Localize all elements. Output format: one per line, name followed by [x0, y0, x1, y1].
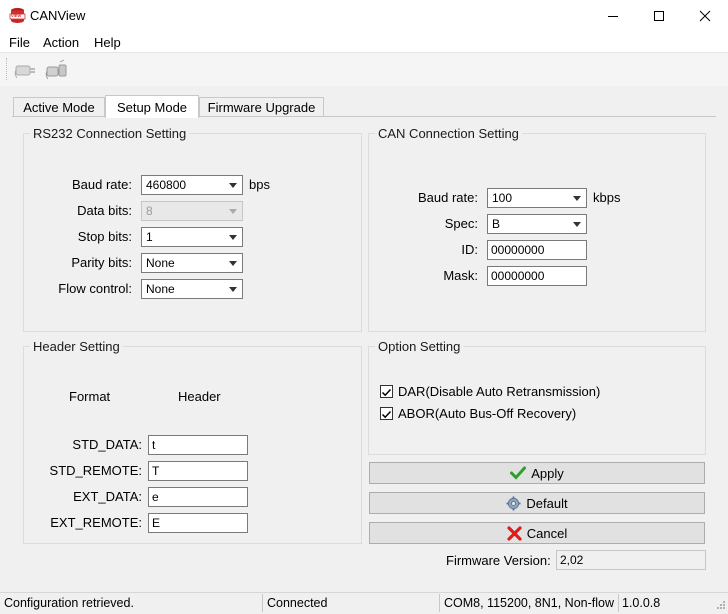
chevron-down-icon — [573, 222, 581, 227]
select-value: 1 — [146, 230, 153, 244]
chevron-down-icon — [229, 261, 237, 266]
can-id-input[interactable]: 00000000 — [487, 240, 587, 260]
chevron-down-icon — [229, 287, 237, 292]
minimize-button[interactable] — [590, 0, 636, 32]
maximize-icon — [654, 11, 664, 21]
cancel-button-label: Cancel — [526, 525, 568, 541]
status-separator — [618, 594, 619, 612]
checkmark-icon — [381, 388, 392, 397]
option-group-title: Option Setting — [375, 339, 464, 354]
resize-grip-icon — [717, 601, 725, 609]
status-version: 1.0.0.8 — [622, 596, 661, 610]
window-title: CANView — [30, 8, 86, 23]
rs232-data-bits-label: Data bits: — [77, 203, 132, 218]
rs232-baud-select[interactable]: 460800 — [141, 175, 243, 195]
firmware-version-field: 2,02 — [556, 550, 706, 570]
resize-grip[interactable] — [714, 600, 726, 612]
tab-active-mode[interactable]: Active Mode — [13, 97, 105, 117]
close-icon — [699, 10, 711, 22]
menu-action[interactable]: Action — [43, 35, 79, 50]
can-id-label: ID: — [461, 242, 478, 257]
tab-label: Active Mode — [23, 100, 95, 115]
status-message: Configuration retrieved. — [4, 596, 134, 610]
can-baud-label: Baud rate: — [418, 190, 478, 205]
green-check-icon — [510, 466, 527, 480]
can-baud-unit: kbps — [593, 190, 621, 205]
can-mask-label: Mask: — [443, 268, 478, 283]
firmware-version-label: Firmware Version: — [446, 553, 551, 568]
toolbar — [0, 52, 728, 86]
header-header-column: Header — [178, 389, 221, 404]
chevron-down-icon — [229, 209, 237, 214]
std-data-label: STD_DATA: — [72, 437, 142, 452]
chevron-down-icon — [573, 196, 581, 201]
ext-remote-label: EXT_REMOTE: — [50, 515, 142, 530]
std-data-input[interactable]: t — [148, 435, 248, 455]
apply-button-label: Apply — [531, 465, 564, 481]
option-group — [368, 346, 706, 455]
select-value: 460800 — [146, 178, 187, 192]
connect-button[interactable] — [13, 58, 39, 82]
status-port-settings: COM8, 115200, 8N1, Non-flow — [444, 596, 614, 610]
tab-firmware-upgrade[interactable]: Firmware Upgrade — [199, 97, 324, 117]
rs232-stop-bits-label: Stop bits: — [77, 229, 132, 244]
select-value: 100 — [492, 191, 513, 205]
apply-button[interactable]: Apply — [369, 462, 705, 484]
checkmark-icon — [381, 410, 392, 419]
abor-label[interactable]: ABOR(Auto Bus-Off Recovery) — [398, 406, 576, 421]
rs232-parity-select[interactable]: None — [141, 253, 243, 273]
toolbar-grip — [6, 58, 8, 80]
tab-label: Setup Mode — [116, 99, 188, 115]
ext-data-input[interactable]: e — [148, 487, 248, 507]
menu-file[interactable]: File — [9, 35, 30, 50]
tab-label: Firmware Upgrade — [207, 100, 316, 115]
menu-help[interactable]: Help — [94, 35, 121, 50]
default-button-label: Default — [526, 495, 568, 511]
rs232-data-bits-select: 8 — [141, 201, 243, 221]
close-button[interactable] — [682, 0, 728, 32]
abor-checkbox[interactable] — [380, 407, 393, 420]
can-mask-input[interactable]: 00000000 — [487, 266, 587, 286]
disconnect-plug-icon — [45, 59, 67, 80]
rs232-group-title: RS232 Connection Setting — [30, 126, 190, 141]
can-baud-select[interactable]: 100 — [487, 188, 587, 208]
tab-setup-mode[interactable]: Setup Mode — [105, 95, 199, 118]
rs232-baud-unit: bps — [249, 177, 270, 192]
chevron-down-icon — [229, 235, 237, 240]
chevron-down-icon — [229, 183, 237, 188]
select-value: 8 — [146, 204, 153, 218]
ext-remote-input[interactable]: E — [148, 513, 248, 533]
rs232-flow-select[interactable]: None — [141, 279, 243, 299]
default-button[interactable]: Default — [369, 492, 705, 514]
header-group-title: Header Setting — [30, 339, 123, 354]
select-value: B — [492, 217, 501, 231]
std-remote-label: STD_REMOTE: — [49, 463, 142, 478]
dar-label[interactable]: DAR(Disable Auto Retransmission) — [398, 384, 600, 399]
gear-icon — [506, 495, 521, 511]
std-remote-input[interactable]: T — [148, 461, 248, 481]
maximize-button[interactable] — [636, 0, 682, 32]
red-x-icon — [507, 525, 522, 541]
rs232-parity-label: Parity bits: — [71, 255, 132, 270]
select-value: None — [146, 256, 175, 270]
can-spec-label: Spec: — [444, 216, 478, 231]
status-separator — [439, 594, 440, 612]
rs232-stop-bits-select[interactable]: 1 — [141, 227, 243, 247]
select-value: None — [146, 282, 175, 296]
dar-checkbox[interactable] — [380, 385, 393, 398]
header-format-column: Format — [69, 389, 111, 404]
status-connection: Connected — [267, 596, 328, 610]
rs232-flow-label: Flow control: — [58, 281, 132, 296]
app-icon-label: VIEW — [11, 13, 22, 18]
cancel-button[interactable]: Cancel — [369, 522, 705, 544]
status-separator — [262, 594, 263, 612]
minimize-icon — [608, 16, 618, 17]
ext-data-label: EXT_DATA: — [73, 489, 142, 504]
can-group-title: CAN Connection Setting — [375, 126, 522, 141]
can-spec-select[interactable]: B — [487, 214, 587, 234]
rs232-baud-label: Baud rate: — [72, 177, 132, 192]
disconnect-button[interactable] — [44, 58, 70, 82]
connect-plug-icon — [14, 65, 35, 79]
